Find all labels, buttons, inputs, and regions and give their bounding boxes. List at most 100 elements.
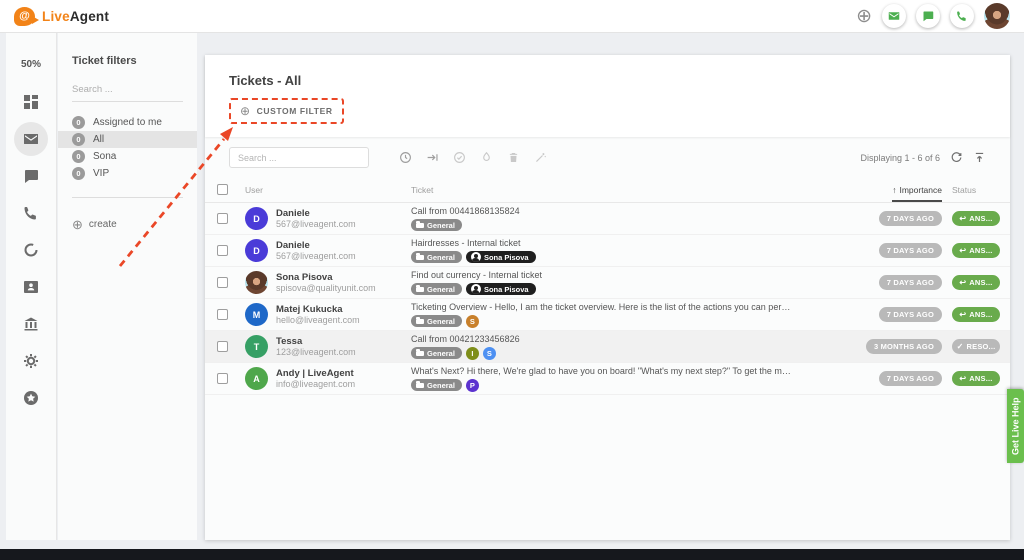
filter-item[interactable]: 0 VIP [58, 165, 197, 182]
status-icon: ✓ [957, 343, 964, 351]
agent-tag: Sona Pisova [466, 283, 536, 295]
row-subject: Find out currency - Internal ticket [411, 270, 792, 281]
filters-divider [72, 197, 183, 198]
academy-icon[interactable] [23, 316, 39, 332]
ticket-row[interactable]: T Tessa 123@liveagent.com Call from 0042… [205, 331, 1010, 363]
row-time-badge: 7 DAYS AGO [879, 371, 942, 386]
status-icon: ↩ [959, 311, 966, 319]
row-tags: GeneralSona Pisova [411, 283, 792, 295]
filter-item[interactable]: 0 Assigned to me [58, 114, 197, 131]
filter-list: 0 Assigned to me 0 All 0 Sona 0 VIP [72, 114, 183, 182]
status-icon: ↩ [959, 375, 966, 383]
row-checkbox[interactable] [217, 213, 228, 224]
usage-percent: 50% [21, 59, 41, 70]
custom-filter-button[interactable]: ⊕ CUSTOM FILTER [240, 104, 333, 118]
department-tag: General [411, 347, 462, 359]
nav-tickets-active[interactable] [14, 122, 48, 156]
row-checkbox[interactable] [217, 341, 228, 352]
delete-trash-icon[interactable] [507, 151, 520, 164]
row-checkbox[interactable] [217, 277, 228, 288]
filters-search-input[interactable] [72, 80, 183, 102]
row-status-badge[interactable]: ↩ ANS... [952, 243, 1000, 258]
status-label: ANS... [969, 246, 992, 255]
status-label: ANS... [969, 214, 992, 223]
ticket-row[interactable]: Sona Pisova spisova@qualityunit.com Find… [205, 267, 1010, 299]
folder-icon [416, 383, 424, 388]
add-new-icon[interactable]: ⊕ [856, 7, 872, 26]
status-label: RESO... [967, 342, 996, 351]
letter-badge: S [466, 315, 479, 328]
filter-item-label: Assigned to me [93, 117, 162, 128]
custom-filter-highlight-box: ⊕ CUSTOM FILTER [229, 98, 344, 124]
new-email-button[interactable] [882, 4, 906, 28]
column-importance-sort[interactable]: ↑ Importance [892, 185, 942, 202]
chat-bubble-icon [922, 10, 934, 22]
row-time-badge: 7 DAYS AGO [879, 243, 942, 258]
folder-icon [416, 255, 424, 260]
transfer-icon[interactable] [426, 151, 439, 164]
status-label: ANS... [969, 310, 992, 319]
row-avatar: D [245, 207, 268, 230]
row-user-email: 123@liveagent.com [276, 347, 356, 358]
new-call-button[interactable] [950, 4, 974, 28]
letter-badge: P [466, 379, 479, 392]
spam-flame-icon[interactable] [480, 151, 493, 164]
customers-icon[interactable] [23, 279, 39, 295]
tickets-search-input[interactable] [229, 147, 369, 168]
folder-icon [416, 287, 424, 292]
refresh-icon[interactable] [950, 151, 963, 164]
row-checkbox[interactable] [217, 309, 228, 320]
row-checkbox[interactable] [217, 245, 228, 256]
reports-icon[interactable] [23, 242, 39, 258]
row-status-badge[interactable]: ↩ ANS... [952, 275, 1000, 290]
filter-item-label: All [93, 134, 104, 145]
ticket-row[interactable]: M Matej Kukucka hello@liveagent.com Tick… [205, 299, 1010, 331]
filters-title: Ticket filters [72, 55, 183, 67]
new-chat-button[interactable] [916, 4, 940, 28]
scroll-top-icon[interactable] [973, 151, 986, 164]
row-subject: Call from 00441868135824 [411, 206, 792, 217]
row-checkbox[interactable] [217, 373, 228, 384]
row-subject: Ticketing Overview - Hello, I am the tic… [411, 302, 792, 313]
ticket-row[interactable]: D Daniele 567@liveagent.com Call from 00… [205, 203, 1010, 235]
row-status-badge[interactable]: ✓ RESO... [952, 339, 1000, 354]
row-user-name: Sona Pisova [276, 272, 376, 283]
upgrade-star-icon[interactable] [23, 390, 39, 406]
person-icon [471, 284, 481, 294]
ticket-row[interactable]: A Andy | LiveAgent info@liveagent.com Wh… [205, 363, 1010, 395]
calls-icon[interactable] [23, 205, 39, 221]
department-tag: General [411, 379, 462, 391]
filter-item-label: VIP [93, 168, 109, 179]
folder-icon [416, 223, 424, 228]
row-tags: GeneralS [411, 315, 792, 328]
select-all-checkbox[interactable] [217, 184, 228, 195]
filter-item[interactable]: 0 All [58, 131, 197, 148]
row-status-badge[interactable]: ↩ ANS... [952, 211, 1000, 226]
row-user-email: 567@liveagent.com [276, 251, 356, 262]
merge-wand-icon[interactable] [534, 151, 547, 164]
row-time-badge: 7 DAYS AGO [879, 275, 942, 290]
create-filter-button[interactable]: ⊕ create [72, 218, 183, 231]
settings-gear-icon[interactable] [23, 353, 39, 369]
row-avatar: T [245, 335, 268, 358]
row-status-badge[interactable]: ↩ ANS... [952, 371, 1000, 386]
row-subject: What's Next? Hi there, We're glad to hav… [411, 366, 792, 377]
sort-asc-icon: ↑ [892, 185, 896, 195]
row-status-badge[interactable]: ↩ ANS... [952, 307, 1000, 322]
folder-icon [416, 319, 424, 324]
user-avatar[interactable] [984, 3, 1010, 29]
ticket-row[interactable]: D Daniele 567@liveagent.com Hairdresses … [205, 235, 1010, 267]
row-user-email: 567@liveagent.com [276, 219, 356, 230]
bottom-bar [0, 549, 1024, 560]
topbar-actions: ⊕ [856, 3, 1010, 29]
liveagent-logo: @ LiveAgent [14, 7, 109, 26]
row-tags: GeneralIS [411, 347, 792, 360]
snooze-icon[interactable] [399, 151, 412, 164]
resolve-icon[interactable] [453, 151, 466, 164]
dashboard-icon[interactable] [23, 94, 39, 110]
plus-circle-icon: ⊕ [72, 218, 83, 231]
filter-item[interactable]: 0 Sona [58, 148, 197, 165]
row-user-name: Matej Kukucka [276, 304, 360, 315]
get-live-help-button[interactable]: Get Live Help [1007, 389, 1024, 463]
chats-icon[interactable] [23, 168, 39, 184]
